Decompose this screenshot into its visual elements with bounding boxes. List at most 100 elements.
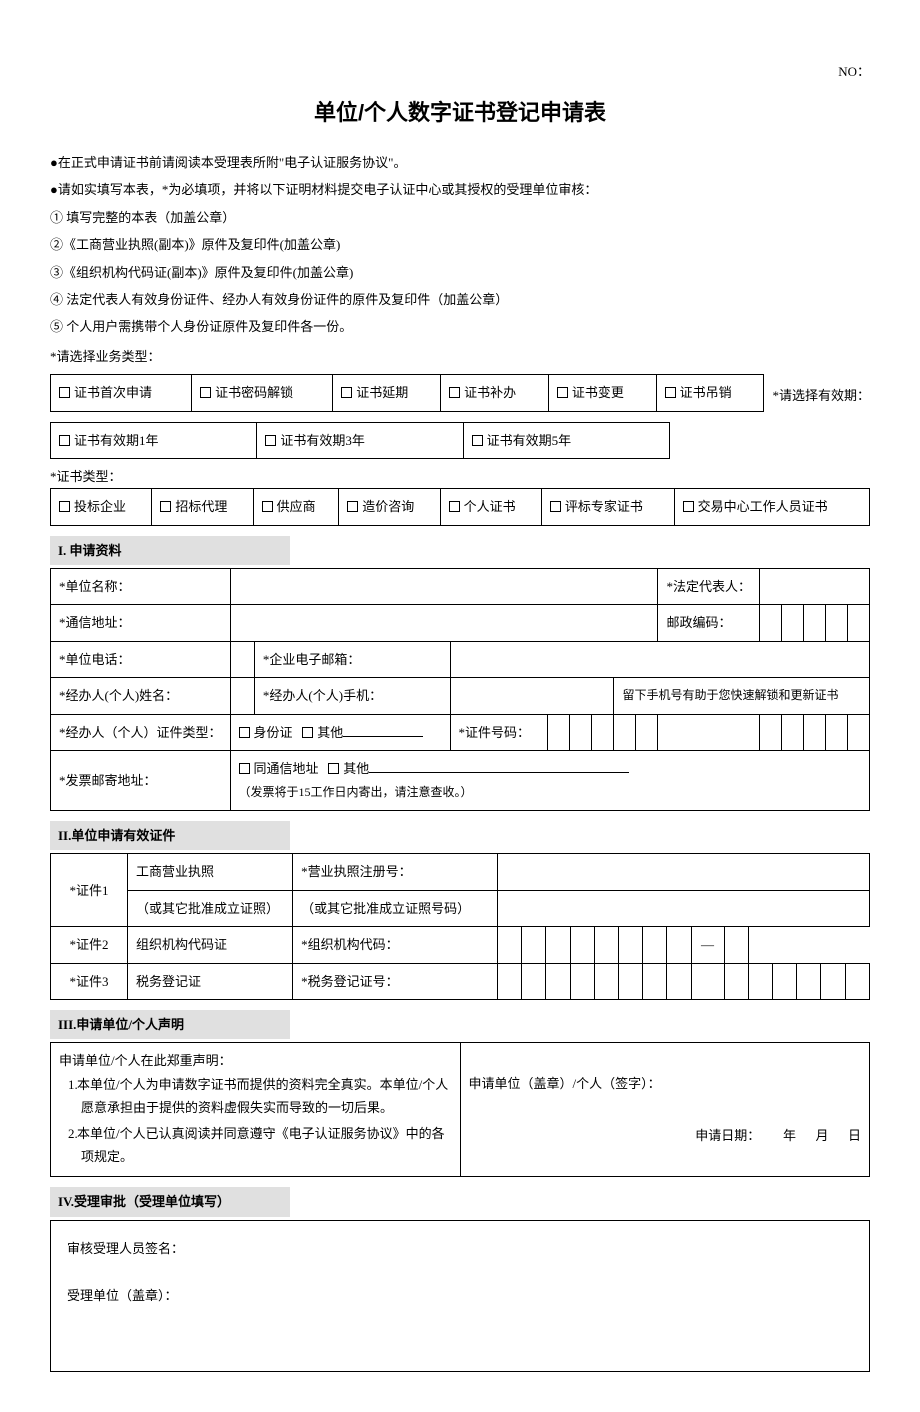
id-digit[interactable] [614, 714, 636, 750]
intro-line: ③《组织机构代码证(副本)》原件及复印件(加盖公章) [50, 261, 870, 284]
id-digit[interactable] [782, 714, 804, 750]
cert1-alt: （或其它批准成立证照） [128, 890, 293, 926]
cert3-name: 税务登记证 [128, 963, 293, 999]
tax-digit[interactable] [845, 963, 869, 999]
tax-digit[interactable] [667, 963, 691, 999]
zip-digit[interactable] [826, 605, 848, 641]
tax-digit[interactable] [497, 963, 521, 999]
id-digit[interactable] [658, 714, 760, 750]
opt-personal[interactable]: 个人证书 [440, 489, 541, 525]
input-cert1-alt-no[interactable] [497, 890, 869, 926]
input-legal-rep[interactable] [760, 569, 870, 605]
label-unit-name: *单位名称： [51, 569, 231, 605]
code-digit[interactable] [667, 927, 691, 963]
opt-expert[interactable]: 评标专家证书 [541, 489, 674, 525]
validity-options: 证书有效期1年 证书有效期3年 证书有效期5年 [50, 422, 670, 459]
label-cert1-no: *营业执照注册号： [293, 854, 498, 890]
opt-bidder[interactable]: 投标企业 [51, 489, 152, 525]
id-digit[interactable] [804, 714, 826, 750]
input-cert1-no[interactable] [497, 854, 869, 890]
zip-digit[interactable] [804, 605, 826, 641]
cert1-name: 工商营业执照 [128, 854, 293, 890]
code-digit[interactable] [522, 927, 546, 963]
code-dash: — [691, 927, 724, 963]
opt-unlock[interactable]: 证书密码解锁 [192, 375, 333, 411]
zip-digit[interactable] [848, 605, 870, 641]
tax-digit[interactable] [821, 963, 845, 999]
label-tel: *单位电话： [51, 641, 231, 677]
id-digit[interactable] [570, 714, 592, 750]
input-invoice-addr[interactable]: 同通信地址 其他 （发票将于15工作日内寄出，请注意查收。） [230, 751, 869, 811]
opt-agent[interactable]: 招标代理 [152, 489, 253, 525]
opt-3year[interactable]: 证书有效期3年 [257, 422, 463, 458]
opt-extend[interactable]: 证书延期 [333, 375, 441, 411]
opt-cancel[interactable]: 证书吊销 [656, 375, 764, 411]
code-digit[interactable] [594, 927, 618, 963]
label-legal-rep: *法定代表人： [658, 569, 760, 605]
opt-5year[interactable]: 证书有效期5年 [463, 422, 669, 458]
opt-supplier[interactable]: 供应商 [253, 489, 339, 525]
intro-line: ⑤ 个人用户需携带个人身份证原件及复印件各一份。 [50, 315, 870, 338]
tax-digit[interactable] [772, 963, 796, 999]
signature-area[interactable]: 申请单位（盖章）/个人（签字）： 申请日期： 年 月 日 [460, 1043, 870, 1177]
validity-label: *请选择有效期： [772, 384, 870, 407]
opt-change[interactable]: 证书变更 [548, 375, 656, 411]
intro-line: ●请如实填写本表，*为必填项，并将以下证明材料提交电子认证中心或其授权的受理单位… [50, 178, 870, 201]
code-digit[interactable] [618, 927, 642, 963]
id-digit[interactable] [760, 714, 782, 750]
zip-digit[interactable] [782, 605, 804, 641]
section-4-header: IV.受理审批（受理单位填写） [50, 1187, 290, 1216]
id-digit[interactable] [848, 714, 870, 750]
id-digit[interactable] [636, 714, 658, 750]
label-cert2: *证件2 [51, 927, 128, 963]
input-id-type[interactable]: 身份证 其他 [230, 714, 450, 750]
intro-line: ④ 法定代表人有效身份证件、经办人有效身份证件的原件及复印件（加盖公章） [50, 288, 870, 311]
code-digit[interactable] [546, 927, 570, 963]
label-email: *企业电子邮箱： [254, 641, 450, 677]
org-stamp[interactable]: 受理单位（盖章）： [67, 1284, 853, 1307]
code-digit[interactable] [724, 927, 748, 963]
intro-line: ●在正式申请证书前请阅读本受理表所附"电子认证服务协议"。 [50, 151, 870, 174]
tax-digit[interactable] [594, 963, 618, 999]
label-id-no: *证件号码： [450, 714, 548, 750]
business-type-label: *请选择业务类型： [50, 345, 870, 368]
code-digit[interactable] [643, 927, 667, 963]
cert-type-label: *证书类型： [50, 465, 870, 488]
instructions: ●在正式申请证书前请阅读本受理表所附"电子认证服务协议"。 ●请如实填写本表，*… [50, 151, 870, 339]
id-digit[interactable] [592, 714, 614, 750]
intro-line: ① 填写完整的本表（加盖公章） [50, 206, 870, 229]
opt-1year[interactable]: 证书有效期1年 [51, 422, 257, 458]
label-cert1-alt-no: （或其它批准成立证照号码） [293, 890, 498, 926]
id-digit[interactable] [826, 714, 848, 750]
tax-digit[interactable] [522, 963, 546, 999]
tax-digit[interactable] [724, 963, 748, 999]
tax-digit[interactable] [570, 963, 594, 999]
tax-digit[interactable] [691, 963, 724, 999]
tax-digit[interactable] [546, 963, 570, 999]
applicant-info-table: *单位名称： *法定代表人： *通信地址： 邮政编码： *单位电话： *企业电子… [50, 568, 870, 811]
label-address: *通信地址： [51, 605, 231, 641]
approval-box: 审核受理人员签名： 受理单位（盖章）： [50, 1220, 870, 1373]
label-cert1: *证件1 [51, 854, 128, 927]
reviewer-signature[interactable]: 审核受理人员签名： [67, 1237, 853, 1260]
code-digit[interactable] [570, 927, 594, 963]
opt-reissue[interactable]: 证书补办 [441, 375, 549, 411]
zip-digit[interactable] [760, 605, 782, 641]
input-agent-mobile[interactable] [450, 678, 614, 714]
tax-digit[interactable] [748, 963, 772, 999]
code-digit[interactable] [497, 927, 521, 963]
cert2-name: 组织机构代码证 [128, 927, 293, 963]
opt-first-apply[interactable]: 证书首次申请 [51, 375, 192, 411]
tax-digit[interactable] [643, 963, 667, 999]
input-email[interactable] [450, 641, 870, 677]
input-tel[interactable] [230, 641, 254, 677]
input-address[interactable] [230, 605, 658, 641]
tax-digit[interactable] [618, 963, 642, 999]
input-unit-name[interactable] [230, 569, 658, 605]
tax-digit[interactable] [797, 963, 821, 999]
opt-staff[interactable]: 交易中心工作人员证书 [674, 489, 869, 525]
section-1-header: I. 申请资料 [50, 536, 290, 565]
opt-cost[interactable]: 造价咨询 [339, 489, 440, 525]
id-digit[interactable] [548, 714, 570, 750]
input-agent-name[interactable] [230, 678, 254, 714]
